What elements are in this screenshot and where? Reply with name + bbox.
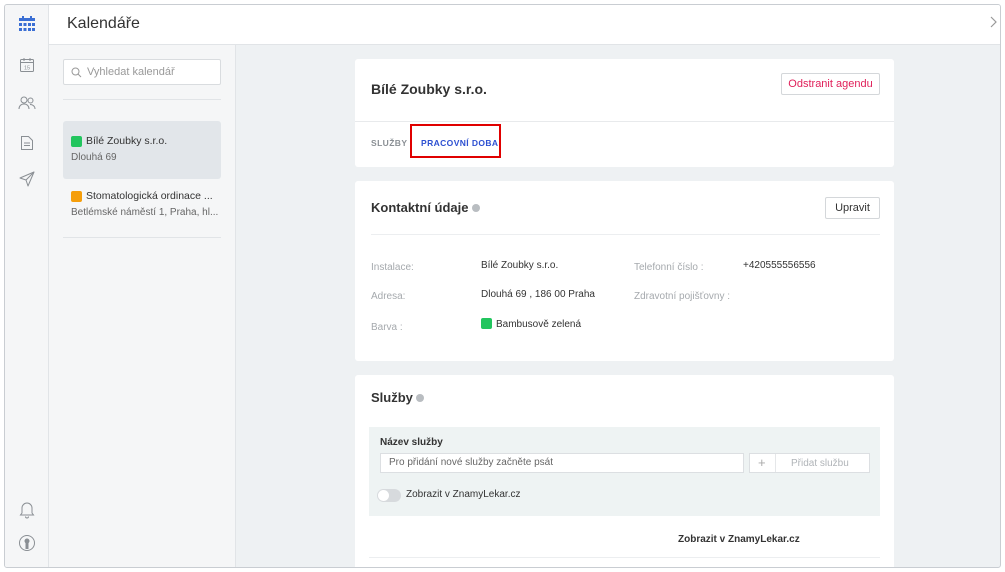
contact-value: Bambusově zelená (496, 319, 582, 330)
contact-label: Instalace: (371, 262, 414, 273)
calendar-item-address: Betlémské náměstí 1, Praha, hl... (71, 207, 219, 218)
send-icon[interactable] (17, 169, 37, 189)
users-icon[interactable] (17, 93, 37, 113)
chevron-right-icon[interactable] (990, 15, 998, 33)
agenda-tabs: SLUŽBY PRACOVNÍ DOBA (355, 121, 894, 167)
service-name-label: Název služby (380, 437, 443, 448)
add-service-button[interactable]: + Přidat službu (749, 453, 870, 473)
calendar-item-name: Stomatologická ordinace ... (86, 190, 213, 202)
contact-title: Kontaktní údaje (371, 200, 480, 215)
divider (369, 557, 880, 558)
search-input[interactable]: Vyhledat kalendář (63, 59, 221, 85)
calendar-item[interactable]: Stomatologická ordinace ... Betlémské ná… (63, 179, 221, 237)
app-header: Kalendáře (49, 5, 1000, 45)
edit-contact-button[interactable]: Upravit (825, 197, 880, 219)
color-swatch (481, 318, 492, 329)
icon-rail: 15 (5, 5, 49, 567)
search-icon (71, 65, 82, 83)
account-icon[interactable] (17, 533, 37, 553)
plus-icon: + (758, 455, 766, 470)
calendar-item-name: Bílé Zoubky s.r.o. (86, 135, 168, 147)
add-service-panel: Název služby Pro přidání nové služby zač… (369, 427, 880, 516)
contact-label: Barva : (371, 322, 403, 333)
agenda-card: Bílé Zoubky s.r.o. Odstranit agendu SLUŽ… (355, 59, 894, 167)
show-on-znamylekar-toggle[interactable] (377, 489, 401, 502)
calendar-list-panel: Vyhledat kalendář Bílé Zoubky s.r.o. Dlo… (49, 45, 236, 567)
app-window: 15 Kalendáře Vyhledat kalendář Bílé Zoub… (4, 4, 1001, 568)
divider (63, 237, 221, 238)
search-placeholder: Vyhledat kalendář (87, 66, 175, 78)
services-card: Služby Název služby Pro přidání nové slu… (355, 375, 894, 567)
contact-title-text: Kontaktní údaje (371, 200, 469, 215)
calendar-day-number: 15 (24, 66, 30, 72)
services-title-text: Služby (371, 390, 413, 405)
delete-agenda-button[interactable]: Odstranit agendu (781, 73, 880, 95)
tab-working-hours[interactable]: PRACOVNÍ DOBA (421, 138, 498, 148)
page-title: Kalendáře (67, 15, 140, 32)
contact-value: Dlouhá 69 , 186 00 Praha (481, 289, 595, 300)
calendar-color-swatch (71, 136, 82, 147)
calendar-item[interactable]: Bílé Zoubky s.r.o. Dlouhá 69 (63, 121, 221, 179)
calendar-grid-icon[interactable] (17, 15, 37, 35)
services-title: Služby (371, 390, 424, 405)
column-header: Zobrazit v ZnamyLekar.cz (678, 534, 800, 545)
service-name-placeholder: Pro přidání nové služby začněte psát (389, 457, 553, 468)
document-icon[interactable] (17, 133, 37, 153)
service-name-input[interactable]: Pro přidání nové služby začněte psát (380, 453, 744, 473)
bell-icon[interactable] (17, 500, 37, 520)
contact-value: Bílé Zoubky s.r.o. (481, 260, 559, 271)
tab-services[interactable]: SLUŽBY (371, 138, 407, 148)
agenda-title: Bílé Zoubky s.r.o. (371, 81, 487, 97)
toggle-label: Zobrazit v ZnamyLekar.cz (406, 489, 521, 500)
divider (775, 454, 776, 472)
contact-card: Kontaktní údaje Upravit Instalace: Bílé … (355, 181, 894, 361)
contact-label: Zdravotní pojišťovny : (634, 291, 731, 302)
calendar-item-address: Dlouhá 69 (71, 152, 117, 163)
divider (63, 99, 221, 100)
calendar-color-swatch (71, 191, 82, 202)
divider (371, 234, 880, 235)
add-service-label: Přidat službu (791, 458, 849, 469)
info-icon[interactable] (471, 203, 480, 212)
info-icon[interactable] (415, 393, 424, 402)
contact-value: +420555556556 (743, 260, 816, 271)
contact-label: Telefonní číslo : (634, 262, 704, 273)
contact-label: Adresa: (371, 291, 406, 302)
calendar-day-icon[interactable]: 15 (17, 55, 37, 75)
